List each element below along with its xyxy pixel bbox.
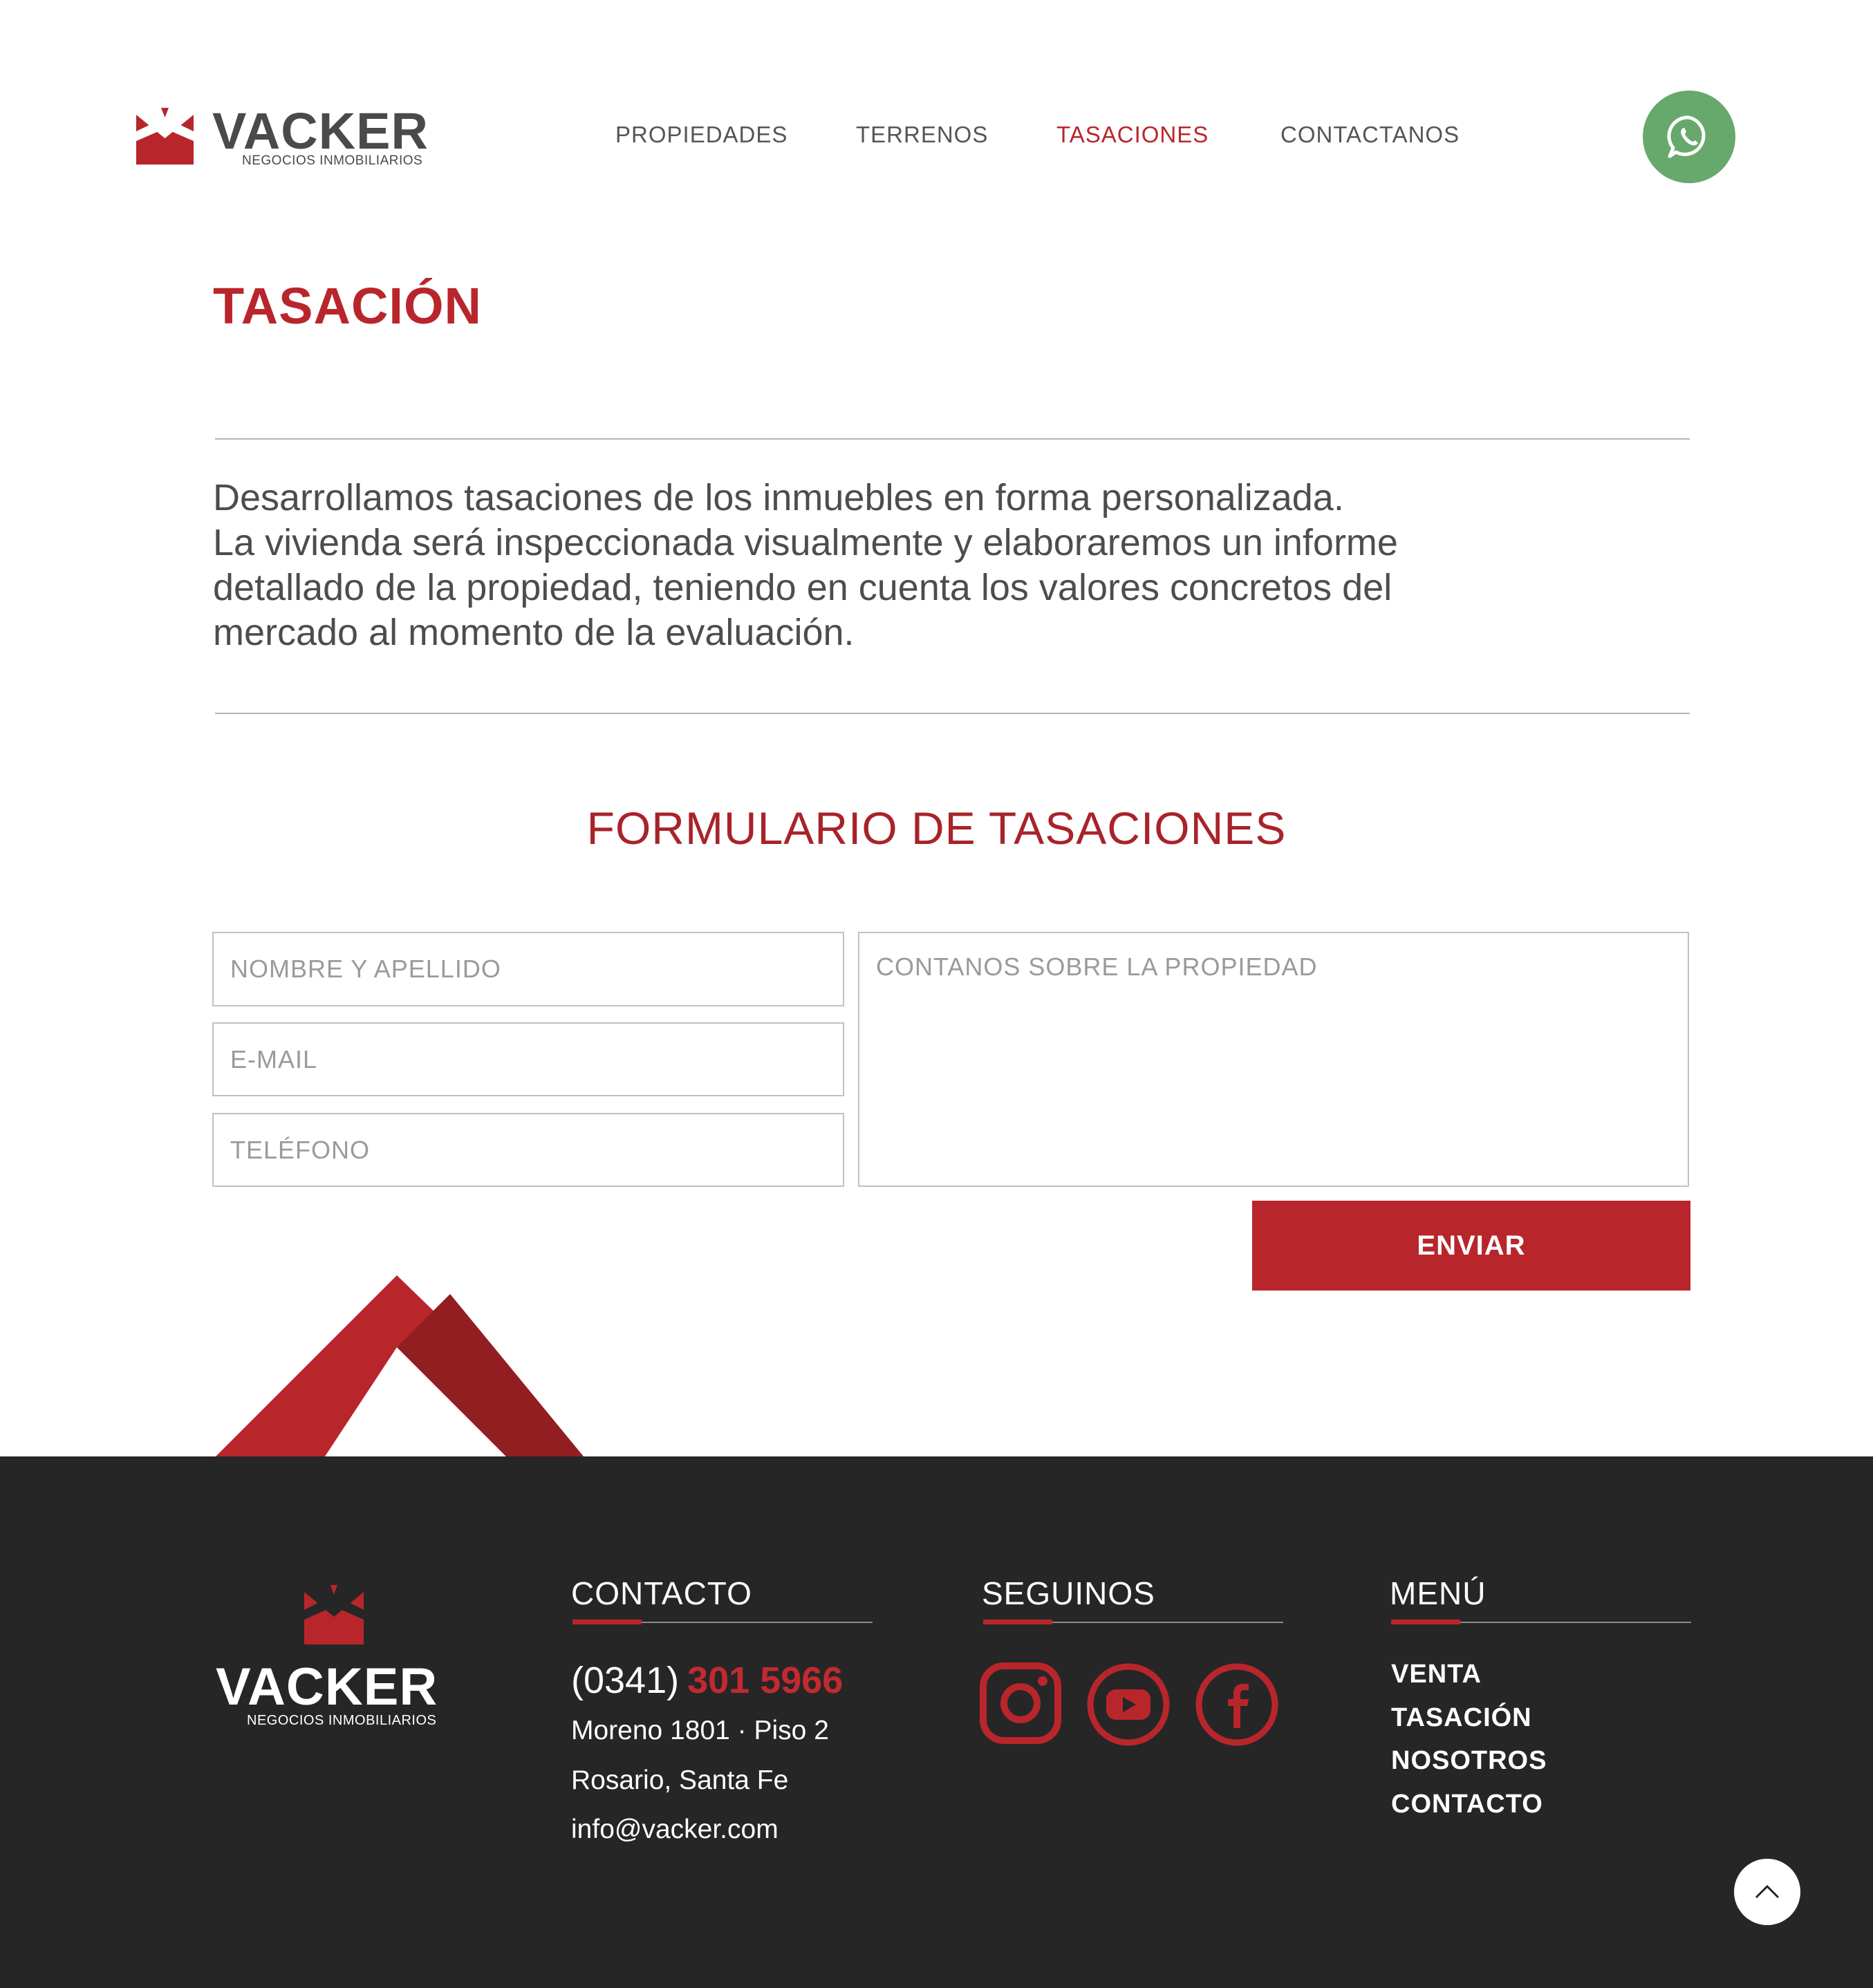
chevron-up-icon bbox=[1755, 1884, 1780, 1899]
footer-logo-mark-icon bbox=[304, 1585, 364, 1644]
nav-contactanos[interactable]: CONTACTANOS bbox=[1280, 122, 1460, 148]
whatsapp-button[interactable] bbox=[1643, 91, 1735, 183]
youtube-icon bbox=[1087, 1663, 1170, 1746]
footer-menu-venta[interactable]: VENTA bbox=[1391, 1660, 1482, 1689]
intro-line: detallado de la propiedad, teniendo en c… bbox=[213, 567, 1392, 608]
phone-field[interactable] bbox=[212, 1113, 844, 1187]
email-link[interactable]: info@vacker.com bbox=[571, 1814, 779, 1845]
address-text: Moreno 1801 · Piso 2 bbox=[571, 1716, 829, 1745]
nav-terrenos[interactable]: TERRENOS bbox=[856, 122, 988, 148]
header-logo[interactable]: VACKER NEGOCIOS INMOBILIARIOS bbox=[136, 104, 447, 173]
scroll-to-top-button[interactable] bbox=[1734, 1859, 1800, 1925]
submit-button[interactable]: ENVIAR bbox=[1252, 1201, 1690, 1291]
phone-link[interactable]: (0341) 301 5966 bbox=[571, 1659, 843, 1702]
phone-prefix: (0341) bbox=[571, 1660, 680, 1701]
logo-name: VACKER bbox=[212, 102, 429, 160]
phone-number: 301 5966 bbox=[687, 1660, 844, 1701]
message-field[interactable] bbox=[858, 932, 1689, 1187]
footer-menu-tasacion[interactable]: TASACIÓN bbox=[1391, 1703, 1532, 1733]
whatsapp-icon bbox=[1667, 115, 1706, 158]
social-heading: SEGUINOS bbox=[982, 1575, 1155, 1611]
facebook-icon bbox=[1195, 1663, 1278, 1746]
roof-decoration-icon bbox=[216, 1275, 584, 1456]
name-field[interactable] bbox=[212, 932, 844, 1006]
intro-text: Desarrollamos tasaciones de los inmueble… bbox=[213, 476, 1699, 655]
youtube-link[interactable] bbox=[1085, 1662, 1171, 1747]
footer-logo[interactable]: VACKER NEGOCIOS INMOBILIARIOS bbox=[216, 1585, 465, 1737]
nav-tasaciones[interactable]: TASACIONES bbox=[1056, 122, 1209, 148]
logo-tagline: NEGOCIOS INMOBILIARIOS bbox=[242, 153, 423, 168]
city-text: Rosario, Santa Fe bbox=[571, 1765, 789, 1795]
divider-top bbox=[215, 438, 1690, 440]
footer-logo-tagline: NEGOCIOS INMOBILIARIOS bbox=[247, 1713, 437, 1728]
menu-heading-underline bbox=[1391, 1620, 1691, 1624]
divider-bottom bbox=[215, 713, 1690, 714]
footer-menu-nosotros[interactable]: NOSOTROS bbox=[1391, 1746, 1547, 1776]
menu-heading: MENÚ bbox=[1390, 1575, 1487, 1611]
instagram-link[interactable] bbox=[979, 1662, 1065, 1747]
instagram-icon bbox=[980, 1662, 1061, 1744]
contact-heading-underline bbox=[572, 1620, 873, 1624]
footer-menu-contacto[interactable]: CONTACTO bbox=[1391, 1790, 1543, 1819]
footer-logo-name: VACKER bbox=[216, 1658, 438, 1716]
email-field[interactable] bbox=[212, 1022, 844, 1096]
form-title: FORMULARIO DE TASACIONES bbox=[586, 803, 1287, 854]
facebook-link[interactable] bbox=[1194, 1662, 1280, 1747]
page-title: TASACIÓN bbox=[213, 277, 482, 335]
contact-heading: CONTACTO bbox=[571, 1575, 752, 1611]
intro-line: Desarrollamos tasaciones de los inmueble… bbox=[213, 477, 1344, 518]
logo-mark-icon bbox=[136, 108, 194, 165]
social-heading-underline bbox=[983, 1620, 1283, 1624]
intro-line: mercado al momento de la evaluación. bbox=[213, 612, 855, 653]
nav-propiedades[interactable]: PROPIEDADES bbox=[615, 122, 788, 148]
intro-line: La vivienda será inspeccionada visualmen… bbox=[213, 522, 1398, 563]
